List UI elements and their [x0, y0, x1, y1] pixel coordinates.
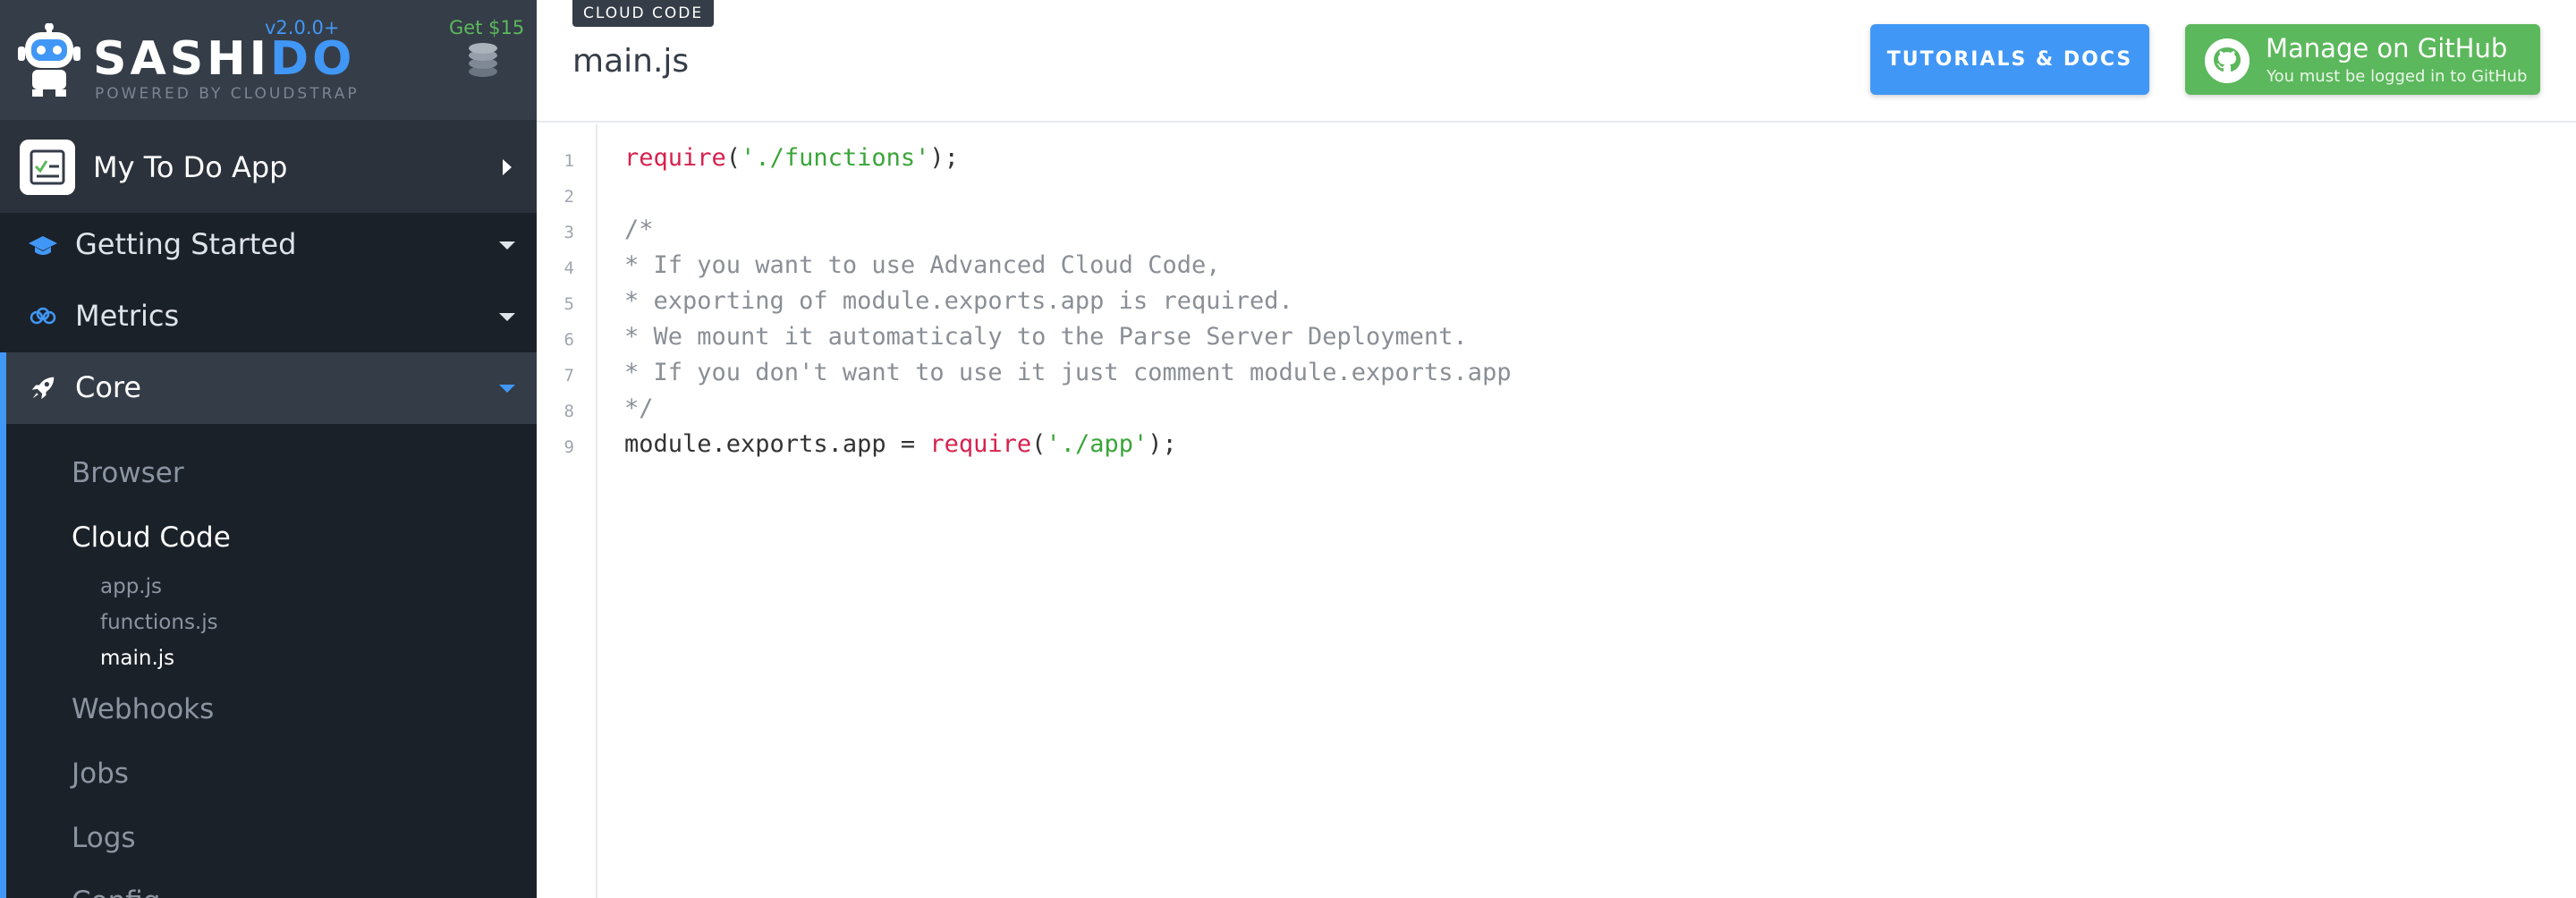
code-token: require — [624, 144, 726, 172]
robot-logo-icon — [18, 23, 80, 97]
line-number: 5 — [564, 294, 574, 314]
sidebar: SASHIDO POWERED BY CLOUDSTRAP v2.0.0+ Ge… — [0, 0, 537, 898]
line-number: 6 — [564, 330, 574, 350]
graduation-cap-icon — [29, 236, 57, 255]
metrics-icon — [30, 307, 56, 325]
chevron-down-icon — [499, 241, 515, 250]
code-token: ); — [1148, 430, 1177, 458]
github-button-label: Manage on GitHub — [2266, 33, 2508, 64]
sidebar-item-jobs[interactable]: Jobs — [72, 758, 129, 790]
chevron-right-icon — [503, 159, 512, 175]
rocket-icon — [31, 377, 55, 400]
line-number-gutter: 1 2 3 4 5 6 7 8 9 — [537, 124, 597, 898]
sidebar-item-browser[interactable]: Browser — [72, 457, 184, 489]
code-token: './functions' — [741, 144, 930, 172]
manage-on-github-button[interactable]: Manage on GitHub You must be logged in t… — [2185, 24, 2540, 95]
code-token: ( — [725, 144, 741, 172]
code-token: './app' — [1046, 430, 1148, 458]
code-line-9: module.exports.app = require('./app'); — [624, 430, 1177, 458]
code-line-5: * exporting of module.exports.app is req… — [624, 287, 1293, 315]
code-line-7: * If you don't want to use it just comme… — [624, 359, 1512, 386]
sidebar-item-label: Getting Started — [75, 227, 297, 261]
sidebar-item-label: Core — [75, 370, 142, 404]
sidebar-item-webhooks[interactable]: Webhooks — [72, 693, 214, 725]
active-section-accent — [0, 352, 6, 898]
version-label: v2.0.0+ — [265, 17, 340, 38]
code-token: module.exports.app = — [624, 430, 930, 458]
code-token: ); — [929, 144, 959, 172]
line-number: 2 — [564, 187, 574, 207]
code-line-6: * We mount it automaticaly to the Parse … — [624, 323, 1468, 351]
brand-wordmark: SASHIDO — [93, 32, 356, 86]
code-token: require — [929, 430, 1032, 458]
code-line-4: * If you want to use Advanced Cloud Code… — [624, 251, 1221, 279]
line-number: 1 — [564, 151, 574, 171]
line-number: 7 — [564, 366, 574, 385]
line-number: 4 — [564, 258, 574, 278]
promo-link[interactable]: Get $15 — [449, 17, 524, 38]
app-selector[interactable]: My To Do App — [0, 120, 537, 213]
app-name: My To Do App — [93, 150, 288, 184]
sidebar-item-config[interactable]: Config — [72, 885, 160, 898]
page-header: CLOUD CODE main.js TUTORIALS & DOCS Mana… — [537, 0, 2576, 123]
chevron-down-icon — [499, 313, 515, 321]
sidebar-item-core[interactable]: Core — [0, 352, 537, 424]
page-title: main.js — [572, 43, 690, 80]
section-badge: CLOUD CODE — [572, 0, 715, 27]
app-checklist-icon — [20, 140, 75, 195]
line-number: 3 — [564, 223, 574, 242]
powered-by-text: POWERED BY CLOUDSTRAP — [95, 85, 360, 103]
file-item-main-js[interactable]: main.js — [100, 647, 174, 670]
coins-icon[interactable] — [465, 41, 501, 79]
tutorials-docs-button[interactable]: TUTORIALS & DOCS — [1870, 24, 2149, 95]
sidebar-item-metrics[interactable]: Metrics — [0, 281, 537, 352]
code-line-1: require('./functions'); — [624, 144, 959, 172]
github-login-note: You must be logged in to GitHub — [2267, 67, 2528, 86]
chevron-down-icon — [499, 385, 515, 393]
line-number: 9 — [564, 437, 574, 457]
github-icon — [2205, 38, 2250, 83]
sidebar-item-getting-started[interactable]: Getting Started — [0, 209, 537, 281]
code-editor[interactable]: 1 2 3 4 5 6 7 8 9 require('./functions')… — [537, 124, 2576, 898]
sidebar-item-label: Metrics — [75, 299, 180, 333]
file-item-functions-js[interactable]: functions.js — [100, 611, 218, 634]
logo-bar: SASHIDO POWERED BY CLOUDSTRAP v2.0.0+ Ge… — [0, 0, 537, 120]
file-item-app-js[interactable]: app.js — [100, 575, 162, 598]
line-number: 8 — [564, 402, 574, 421]
code-line-8: */ — [624, 394, 654, 422]
sidebar-item-logs[interactable]: Logs — [72, 822, 136, 854]
code-line-3: /* — [624, 216, 654, 243]
code-token: ( — [1031, 430, 1046, 458]
sidebar-item-cloud-code[interactable]: Cloud Code — [72, 521, 231, 554]
